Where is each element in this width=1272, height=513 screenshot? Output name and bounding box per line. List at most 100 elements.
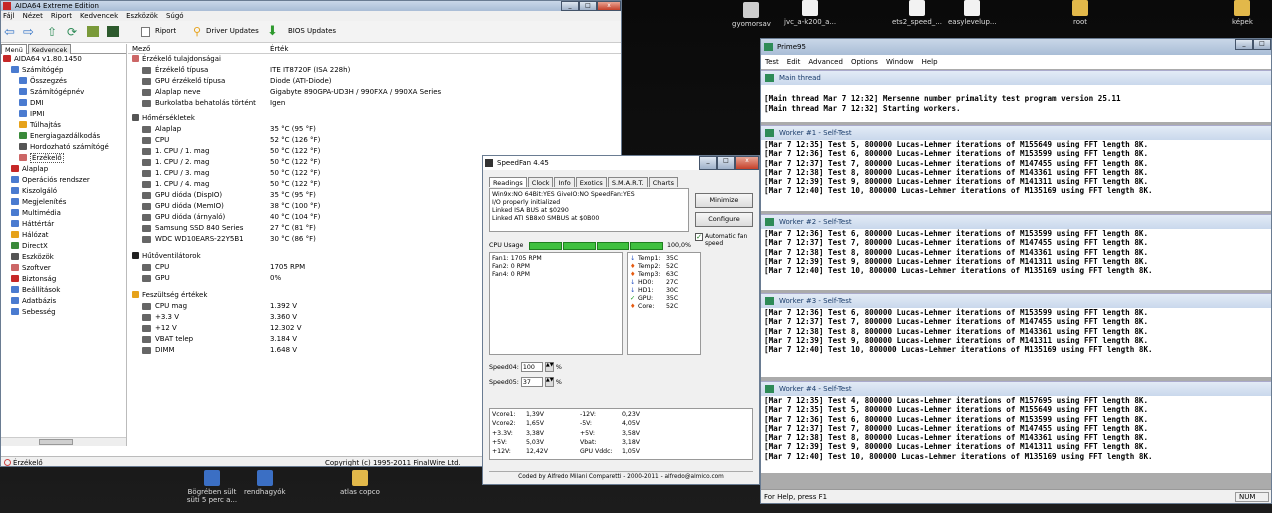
tree-item[interactable]: Háttértár	[1, 219, 126, 230]
speed05-input[interactable]: 37	[520, 377, 543, 387]
menu-report[interactable]: Riport	[51, 11, 72, 21]
up-arrow-icon[interactable]: ⇧	[47, 25, 57, 39]
menu-help[interactable]: Súgó	[166, 11, 184, 21]
driver-updates-button[interactable]: Driver Updates	[206, 27, 259, 35]
configure-button[interactable]: Configure	[695, 212, 753, 227]
tree-item[interactable]: DMI	[1, 98, 126, 109]
desktop-icon-jvc[interactable]: jvc_a-k200_a...	[784, 0, 836, 26]
automatic-fan-speed-checkbox[interactable]: ✓ Automatic fan speed	[695, 233, 759, 247]
tree-item[interactable]: Kiszolgáló	[1, 186, 126, 197]
detail-row[interactable]: Érzékelő típusa ITE IT8720F (ISA 228h)	[128, 65, 621, 76]
tree-item[interactable]: Túlhajtás	[1, 120, 126, 131]
speedfan-close-button[interactable]: x	[735, 156, 759, 170]
scrollbar-thumb[interactable]	[39, 439, 73, 445]
speed04-input[interactable]: 100	[520, 362, 543, 372]
close-button[interactable]: x	[597, 1, 621, 11]
tree-item[interactable]: Alaplap	[1, 164, 126, 175]
chart-icon[interactable]	[107, 26, 119, 37]
tree-item[interactable]: Szoftver	[1, 263, 126, 274]
speed05-spinner[interactable]: ▲▼	[544, 377, 554, 387]
tree-item[interactable]: Eszközök	[1, 252, 126, 263]
report-button[interactable]: Riport	[155, 27, 176, 35]
refresh-icon[interactable]: ⟳	[67, 25, 77, 39]
pane-title[interactable]: Worker #4 - Self-Test	[761, 382, 1271, 396]
tree-item[interactable]: Hordozható számítógé	[1, 142, 126, 153]
tree-item[interactable]: Számítógépnév	[1, 87, 126, 98]
column-field[interactable]: Mező	[132, 44, 150, 54]
menu-tools[interactable]: Eszközök	[126, 11, 158, 21]
prime95-pane[interactable]: Main thread [Main thread Mar 7 12:32] Mer…	[761, 70, 1271, 122]
pane-title[interactable]: Worker #2 - Self-Test	[761, 215, 1271, 229]
desktop-icon-rendhagyok[interactable]: rendhagyók	[244, 470, 286, 496]
desktop-icon-ets2[interactable]: ets2_speed_...	[892, 0, 942, 26]
menu-options[interactable]: Options	[851, 55, 878, 69]
minimize-to-tray-button[interactable]: Minimize	[695, 193, 753, 208]
detail-row[interactable]: CPU 52 °C (126 °F)	[128, 135, 621, 146]
tab-smart[interactable]: S.M.A.R.T.	[607, 177, 648, 187]
tree-item[interactable]: Beállítások	[1, 285, 126, 296]
tab-charts[interactable]: Charts	[648, 177, 678, 187]
detail-row[interactable]: GPU érzékelő típusa Diode (ATI-Diode)	[128, 76, 621, 87]
tab-readings[interactable]: Readings	[489, 177, 527, 187]
menu-edit[interactable]: Edit	[787, 55, 801, 69]
detail-row[interactable]: Alaplap 35 °C (95 °F)	[128, 124, 621, 135]
back-arrow-icon[interactable]: ⇦	[4, 25, 15, 40]
tree-item[interactable]: Számítógép	[1, 65, 126, 76]
column-value[interactable]: Érték	[270, 44, 288, 54]
desktop-icon-bogreben[interactable]: Bögrében sült süti 5 perc a...	[186, 470, 238, 504]
tree-item[interactable]: Operációs rendszer	[1, 175, 126, 186]
prime95-pane[interactable]: Worker #2 - Self-Test [Mar 7 12:36] Test …	[761, 214, 1271, 290]
tab-favorites[interactable]: Kedvencek	[27, 44, 72, 54]
tree-item[interactable]: Multimédia	[1, 208, 126, 219]
menu-favorites[interactable]: Kedvencek	[80, 11, 118, 21]
prime95-pane[interactable]: Worker #4 - Self-Test [Mar 7 12:35] Test …	[761, 381, 1271, 473]
menu-window[interactable]: Window	[886, 55, 914, 69]
desktop-icon-kepek[interactable]: képek	[1232, 0, 1253, 26]
tab-info[interactable]: Info	[554, 177, 575, 187]
tab-clock[interactable]: Clock	[527, 177, 554, 187]
prime95-minimize-button[interactable]: _	[1235, 39, 1253, 50]
detail-row[interactable]: Alaplap neve Gigabyte 890GPA-UD3H / 990FX…	[128, 87, 621, 98]
tree-item[interactable]: AIDA64 v1.80.1450	[1, 54, 126, 65]
tree-item[interactable]: Hálózat	[1, 230, 126, 241]
tree-item[interactable]: Összegzés	[1, 76, 126, 87]
pane-title[interactable]: Worker #3 - Self-Test	[761, 294, 1271, 308]
tree-item[interactable]: Érzékelő	[1, 153, 126, 164]
forward-arrow-icon[interactable]: ⇨	[23, 25, 34, 40]
bios-updates-button[interactable]: BIOS Updates	[288, 27, 336, 35]
pane-title[interactable]: Worker #1 - Self-Test	[761, 126, 1271, 140]
maximize-button[interactable]: □	[579, 1, 597, 11]
aida64-titlebar[interactable]: AIDA64 Extreme Edition _ □ x	[1, 1, 621, 11]
desktop-icon-gyomorsav[interactable]: gyomorsav	[732, 2, 771, 28]
user-icon[interactable]	[87, 26, 99, 37]
tree-item[interactable]: Energiagazdálkodás	[1, 131, 126, 142]
tree-item[interactable]: Biztonság	[1, 274, 126, 285]
menu-view[interactable]: Nézet	[23, 11, 43, 21]
tab-menu[interactable]: Menü	[1, 44, 27, 54]
tree-item[interactable]: Adatbázis	[1, 296, 126, 307]
tree-item[interactable]: Megjelenítés	[1, 197, 126, 208]
prime95-pane[interactable]: Worker #3 - Self-Test [Mar 7 12:36] Test …	[761, 293, 1271, 377]
menu-test[interactable]: Test	[765, 55, 779, 69]
desktop-icon-root[interactable]: root	[1072, 0, 1088, 26]
minimize-button[interactable]: _	[561, 1, 579, 11]
prime95-titlebar[interactable]: Prime95 _ □	[761, 39, 1271, 55]
tree-item[interactable]: IPMI	[1, 109, 126, 120]
detail-row[interactable]: Burkolatba behatolás történt Igen	[128, 98, 621, 109]
menu-help[interactable]: Help	[922, 55, 938, 69]
tree-horizontal-scrollbar[interactable]	[1, 437, 126, 446]
speedfan-maximize-button[interactable]: □	[717, 156, 735, 170]
tree-item[interactable]: Sebesség	[1, 307, 126, 318]
desktop-icon-atlas-copco[interactable]: atlas copco	[340, 470, 380, 496]
tab-exotics[interactable]: Exotics	[575, 177, 607, 187]
speedfan-minimize-button[interactable]: _	[699, 156, 717, 170]
prime95-maximize-button[interactable]: □	[1253, 39, 1271, 50]
tree-item[interactable]: DirectX	[1, 241, 126, 252]
speedfan-titlebar[interactable]: SpeedFan 4.45 _ □ x	[483, 156, 759, 170]
speed04-spinner[interactable]: ▲▼	[544, 362, 554, 372]
pane-title[interactable]: Main thread	[761, 71, 1271, 85]
prime95-pane[interactable]: Worker #1 - Self-Test [Mar 7 12:35] Test …	[761, 125, 1271, 211]
menu-file[interactable]: Fájl	[3, 11, 15, 21]
menu-advanced[interactable]: Advanced	[808, 55, 843, 69]
desktop-icon-easylevelup[interactable]: easylevelup...	[948, 0, 997, 26]
